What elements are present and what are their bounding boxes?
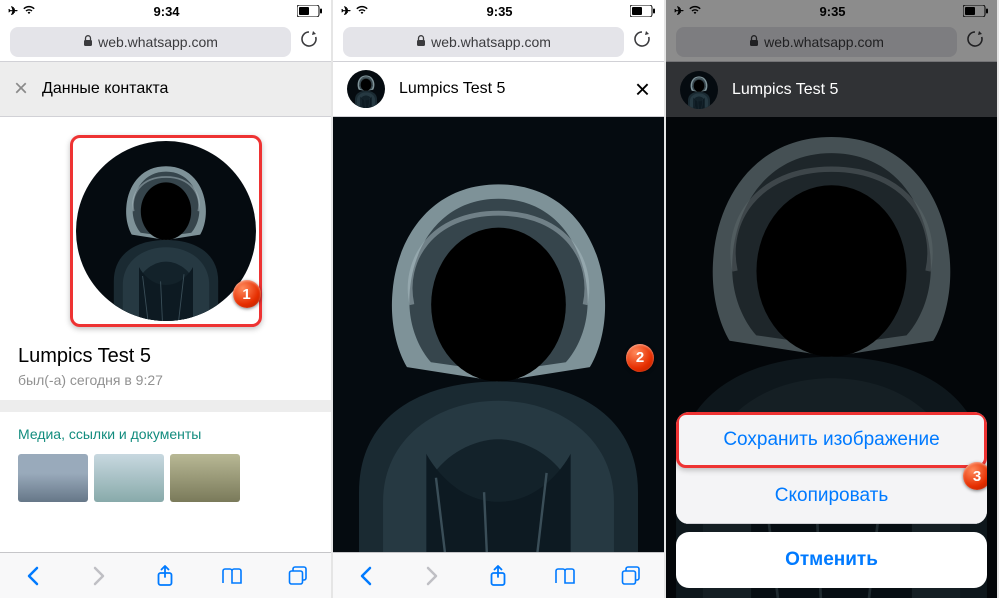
refresh-icon bbox=[965, 29, 987, 54]
viewer-header: Lumpics Test 5 × bbox=[333, 62, 664, 117]
refresh-icon[interactable] bbox=[632, 29, 654, 54]
action-sheet: Сохранить изображение Скопировать 3 Отме… bbox=[676, 412, 987, 588]
close-icon[interactable]: × bbox=[635, 74, 650, 105]
url-bar: web.whatsapp.com bbox=[666, 22, 997, 62]
lock-icon bbox=[83, 34, 93, 50]
media-section[interactable]: Медиа, ссылки и документы bbox=[0, 412, 331, 516]
url-bar: web.whatsapp.com bbox=[0, 22, 331, 62]
media-title: Медиа, ссылки и документы bbox=[18, 426, 313, 442]
back-icon[interactable] bbox=[354, 564, 378, 588]
share-icon[interactable] bbox=[486, 564, 510, 588]
url-text: web.whatsapp.com bbox=[98, 34, 218, 50]
header-title: Данные контакта bbox=[42, 80, 317, 98]
viewer-title: Lumpics Test 5 bbox=[399, 80, 621, 98]
close-icon[interactable]: × bbox=[14, 75, 28, 103]
airplane-icon: ✈︎ bbox=[341, 4, 351, 18]
wifi-icon bbox=[355, 4, 369, 18]
status-time: 9:35 bbox=[820, 4, 846, 19]
back-icon[interactable] bbox=[21, 564, 45, 588]
small-avatar bbox=[680, 71, 718, 109]
media-thumb[interactable] bbox=[170, 454, 240, 502]
step-badge-2: 2 bbox=[626, 344, 654, 372]
lock-icon bbox=[416, 34, 426, 50]
contact-avatar[interactable] bbox=[76, 141, 256, 321]
status-bar: ✈︎ 9:34 bbox=[0, 0, 331, 22]
url-box[interactable]: web.whatsapp.com bbox=[10, 27, 291, 57]
battery-icon bbox=[297, 5, 323, 17]
bookmarks-icon[interactable] bbox=[220, 564, 244, 588]
media-thumb[interactable] bbox=[18, 454, 88, 502]
url-text: web.whatsapp.com bbox=[764, 34, 884, 50]
contact-status: был(-а) сегодня в 9:27 bbox=[18, 372, 313, 388]
wifi-icon bbox=[22, 4, 36, 18]
copy-button[interactable]: Скопировать bbox=[676, 468, 987, 524]
contact-header: × Данные контакта bbox=[0, 62, 331, 117]
step-badge-3: 3 bbox=[963, 462, 987, 490]
viewer-title: Lumpics Test 5 bbox=[732, 81, 983, 99]
tabs-icon[interactable] bbox=[619, 564, 643, 588]
cancel-button[interactable]: Отменить bbox=[676, 532, 987, 588]
screenshot-panel-1: ✈︎ 9:34 web.whatsapp.com × Данные контак… bbox=[0, 0, 333, 598]
safari-toolbar bbox=[0, 552, 331, 598]
status-right bbox=[297, 5, 323, 17]
bookmarks-icon[interactable] bbox=[553, 564, 577, 588]
small-avatar[interactable] bbox=[347, 70, 385, 108]
sheet-group: Сохранить изображение Скопировать 3 bbox=[676, 412, 987, 524]
forward-icon[interactable] bbox=[420, 564, 444, 588]
share-icon[interactable] bbox=[153, 564, 177, 588]
airplane-icon: ✈︎ bbox=[674, 4, 684, 18]
tabs-icon[interactable] bbox=[286, 564, 310, 588]
url-box: web.whatsapp.com bbox=[676, 27, 957, 57]
contact-name: Lumpics Test 5 bbox=[18, 345, 313, 368]
safari-toolbar bbox=[333, 552, 664, 598]
status-time: 9:34 bbox=[154, 4, 180, 19]
screenshot-panel-2: ✈︎ 9:35 web.whatsapp.com Lumpics Test 5 … bbox=[333, 0, 666, 598]
status-left: ✈︎ bbox=[8, 4, 36, 18]
airplane-icon: ✈︎ bbox=[8, 4, 18, 18]
save-image-button[interactable]: Сохранить изображение bbox=[676, 412, 987, 468]
screenshot-panel-3: ✈︎ 9:35 web.whatsapp.com Lumpics Test 5 … bbox=[666, 0, 999, 598]
lock-icon bbox=[749, 34, 759, 50]
contact-card: 1 Lumpics Test 5 был(-а) сегодня в 9:27 bbox=[0, 117, 331, 400]
url-text: web.whatsapp.com bbox=[431, 34, 551, 50]
status-time: 9:35 bbox=[487, 4, 513, 19]
url-bar: web.whatsapp.com bbox=[333, 22, 664, 62]
status-bar: ✈︎ 9:35 bbox=[333, 0, 664, 22]
media-thumb[interactable] bbox=[94, 454, 164, 502]
status-bar: ✈︎ 9:35 bbox=[666, 0, 997, 22]
viewer-header-dim: Lumpics Test 5 bbox=[666, 62, 997, 117]
forward-icon[interactable] bbox=[87, 564, 111, 588]
refresh-icon[interactable] bbox=[299, 29, 321, 54]
url-box[interactable]: web.whatsapp.com bbox=[343, 27, 624, 57]
wifi-icon bbox=[688, 4, 702, 18]
battery-icon bbox=[963, 5, 989, 17]
battery-icon bbox=[630, 5, 656, 17]
avatar-highlight: 1 bbox=[70, 135, 262, 327]
section-divider bbox=[0, 400, 331, 412]
image-viewer[interactable]: 2 bbox=[333, 117, 664, 598]
step-badge-1: 1 bbox=[233, 280, 261, 308]
media-thumbs bbox=[18, 454, 313, 502]
